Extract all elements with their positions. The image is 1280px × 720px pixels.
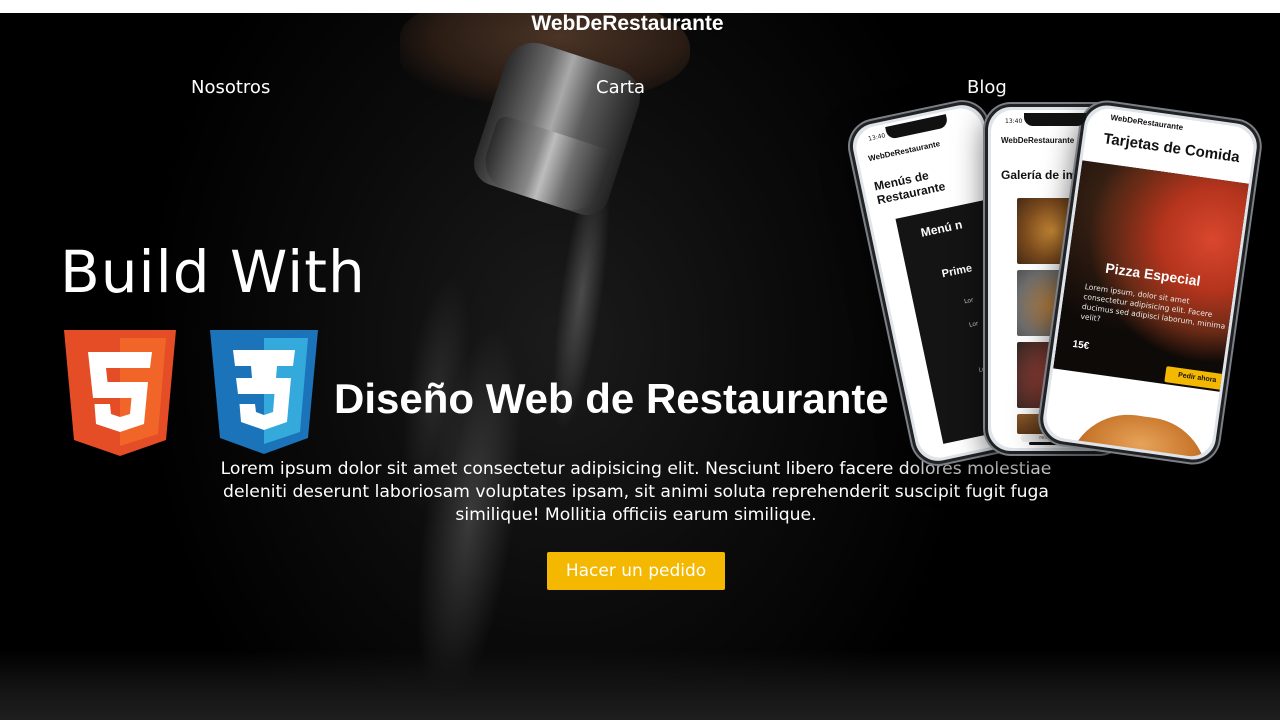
food-card-name: Pizza Especial [1104, 259, 1202, 289]
hero-description: Lorem ipsum dolor sit amet consectetur a… [220, 459, 1052, 525]
phone-notch [885, 114, 949, 140]
phone-heading: Menús de Restaurante [872, 168, 947, 208]
phone-notch [1024, 113, 1086, 126]
page-title: Diseño Web de Restaurante [334, 375, 889, 422]
phone-heading: Tarjetas de Comida [1102, 130, 1241, 167]
menu-card-title: Menú n [919, 217, 964, 240]
site-logo-text[interactable]: WebDeRestaurante [0, 12, 1255, 36]
phone-time: 13:40 [1005, 118, 1023, 125]
html5-icon [64, 330, 176, 456]
nav-link-carta[interactable]: Carta [596, 77, 645, 98]
phone-heading: Galería de im [1001, 168, 1077, 182]
build-with-heading: Build With [60, 238, 366, 306]
food-card-description: Lorem ipsum, dolor sit amet consectetur … [1080, 282, 1226, 331]
food-card-price: 15€ [1071, 338, 1090, 353]
salt-stream [322, 146, 678, 720]
phone-time: 13:40 [867, 132, 886, 143]
css3-icon [210, 330, 318, 454]
menu-card-subtitle: Prime [940, 262, 974, 281]
food-card-pizza: Pizza Especial Lorem ipsum, dolor sit am… [1053, 160, 1257, 394]
nav-link-nosotros[interactable]: Nosotros [191, 77, 270, 98]
floor-texture [0, 650, 1280, 720]
food-card-order-button: Pedir ahora [1164, 366, 1230, 391]
phone-brand: WebDeRestaurante [867, 139, 941, 164]
phone-brand: WebDeRestaurante [1001, 136, 1075, 145]
phone-brand: WebDeRestaurante [1109, 112, 1184, 133]
nav-link-blog[interactable]: Blog [967, 77, 1007, 98]
order-button[interactable]: Hacer un pedido [547, 552, 725, 590]
